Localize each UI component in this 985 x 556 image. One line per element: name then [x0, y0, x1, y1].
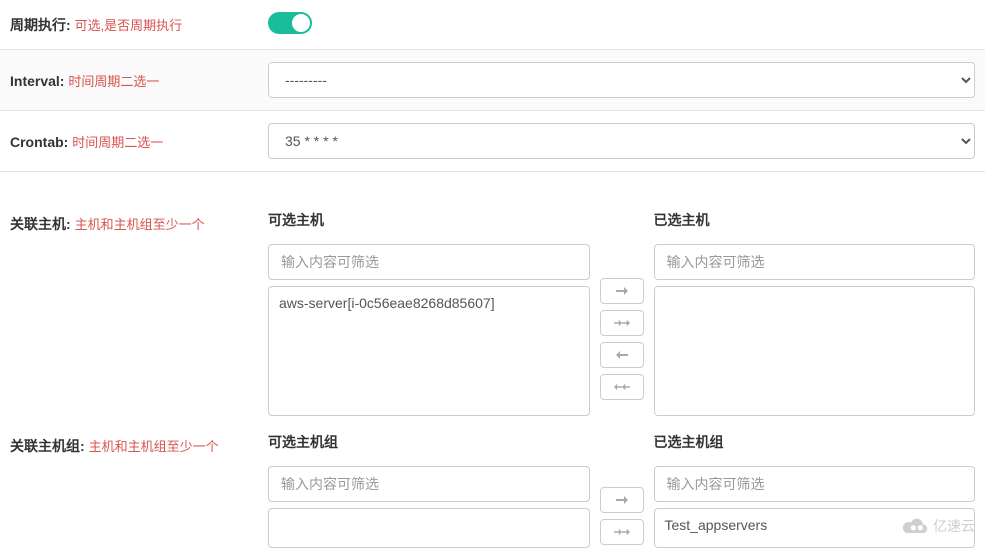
hosts-available-filter[interactable] [268, 244, 590, 280]
hostgroups-label: 关联主机组: 主机和主机组至少一个 [0, 432, 268, 460]
interval-row: Interval: 时间周期二选一 --------- [0, 50, 985, 111]
move-all-right-button[interactable] [600, 310, 644, 336]
hosts-label-main: 关联主机: [10, 216, 71, 232]
hosts-label: 关联主机: 主机和主机组至少一个 [0, 210, 268, 238]
move-all-left-button[interactable] [600, 374, 644, 400]
crontab-label-sub: 时间周期二选一 [72, 135, 163, 150]
hostgroups-selected-filter[interactable] [654, 466, 976, 502]
move-right-button[interactable] [600, 487, 644, 513]
hosts-selected-panel: 已选主机 [654, 210, 976, 416]
interval-label-sub: 时间周期二选一 [68, 74, 159, 89]
hosts-label-sub: 主机和主机组至少一个 [75, 217, 205, 232]
hostgroups-available-panel: 可选主机组 [268, 432, 590, 548]
crontab-label-main: Crontab: [10, 134, 68, 150]
hostgroups-available-listbox[interactable] [268, 508, 590, 548]
periodic-label-main: 周期执行: [10, 17, 71, 33]
hosts-selected-listbox[interactable] [654, 286, 976, 416]
periodic-row: 周期执行: 可选,是否周期执行 [0, 0, 985, 50]
hostgroups-label-main: 关联主机组: [10, 438, 85, 454]
hostgroups-transfer-buttons [600, 432, 644, 548]
crontab-select[interactable]: 35 * * * * [268, 123, 975, 159]
watermark: 亿速云 [901, 516, 975, 536]
move-all-right-button[interactable] [600, 519, 644, 545]
periodic-label: 周期执行: 可选,是否周期执行 [0, 11, 268, 39]
periodic-toggle[interactable] [268, 12, 312, 34]
hosts-selected-filter[interactable] [654, 244, 976, 280]
hostgroups-available-title: 可选主机组 [268, 432, 590, 452]
hostgroups-row: 关联主机组: 主机和主机组至少一个 可选主机组 已选主机组 Test_appse… [0, 424, 985, 556]
hosts-available-title: 可选主机 [268, 210, 590, 230]
hosts-row: 关联主机: 主机和主机组至少一个 可选主机 aws-server[i-0c56e… [0, 202, 985, 424]
hostgroups-selected-title: 已选主机组 [654, 432, 976, 452]
crontab-row: Crontab: 时间周期二选一 35 * * * * [0, 111, 985, 172]
move-right-button[interactable] [600, 278, 644, 304]
hostgroups-available-filter[interactable] [268, 466, 590, 502]
hosts-available-listbox[interactable]: aws-server[i-0c56eae8268d85607] [268, 286, 590, 416]
hostgroups-label-sub: 主机和主机组至少一个 [89, 439, 219, 454]
interval-select[interactable]: --------- [268, 62, 975, 98]
crontab-label: Crontab: 时间周期二选一 [0, 128, 268, 155]
hosts-selected-title: 已选主机 [654, 210, 976, 230]
cloud-icon [901, 516, 929, 536]
hosts-available-panel: 可选主机 aws-server[i-0c56eae8268d85607] [268, 210, 590, 416]
periodic-label-sub: 可选,是否周期执行 [75, 18, 183, 33]
hosts-transfer-buttons [600, 210, 644, 416]
move-left-button[interactable] [600, 342, 644, 368]
list-item[interactable]: aws-server[i-0c56eae8268d85607] [269, 291, 589, 315]
watermark-text: 亿速云 [933, 516, 975, 536]
interval-label-main: Interval: [10, 73, 64, 89]
interval-label: Interval: 时间周期二选一 [0, 67, 268, 94]
